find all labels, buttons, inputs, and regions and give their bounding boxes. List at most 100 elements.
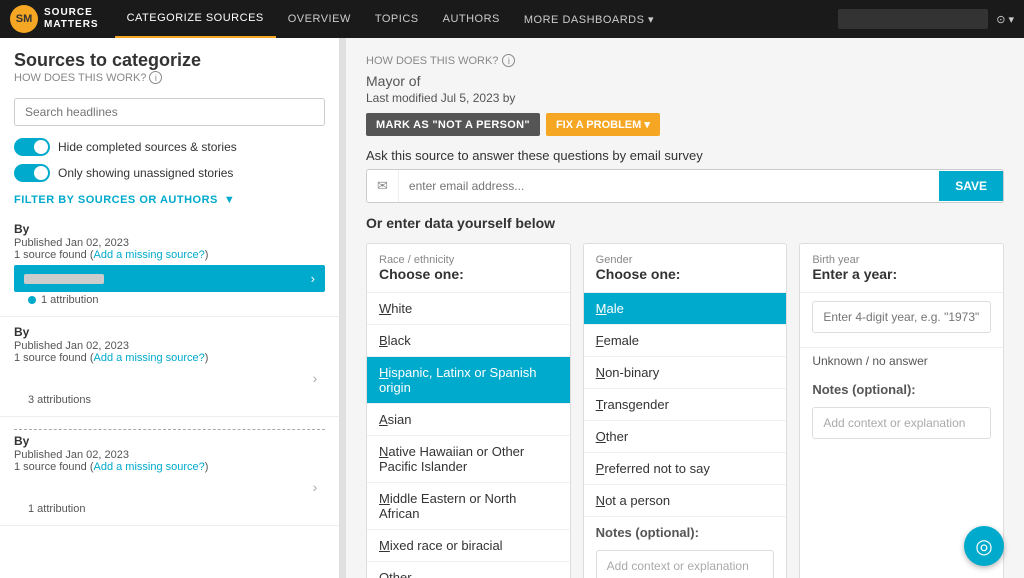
attribution-count: 1 attribution bbox=[14, 292, 325, 308]
add-missing-link[interactable]: Add a missing source? bbox=[94, 461, 205, 473]
birthyear-notes-input[interactable]: Add context or explanation bbox=[812, 407, 991, 439]
filter-icon: ▼ bbox=[224, 194, 235, 206]
attribution-count: 1 attribution bbox=[14, 501, 325, 517]
add-missing-link[interactable]: Add a missing source? bbox=[94, 352, 205, 364]
arrow-right-icon[interactable]: › bbox=[305, 368, 325, 388]
source-item-text bbox=[24, 274, 104, 284]
mark-not-person-button[interactable]: MARK AS "NOT A PERSON" bbox=[366, 113, 540, 136]
category-columns: Race / ethnicity Choose one: White Black… bbox=[366, 243, 1004, 578]
gender-option-male[interactable]: Male bbox=[584, 293, 787, 325]
nav-search-input[interactable] bbox=[838, 9, 988, 29]
add-missing-link[interactable]: Add a missing source? bbox=[94, 249, 205, 261]
toggle-unassigned: Only showing unassigned stories bbox=[0, 160, 339, 186]
race-column: Race / ethnicity Choose one: White Black… bbox=[366, 243, 571, 578]
top-navigation: SM SOURCEMATTERS CATEGORIZE SOURCES OVER… bbox=[0, 0, 1024, 38]
race-option-middle-eastern[interactable]: Middle Eastern or North African bbox=[367, 483, 570, 530]
email-icon: ✉ bbox=[367, 170, 399, 202]
detail-info-icon[interactable]: i bbox=[502, 54, 515, 67]
chevron-right-icon: › bbox=[311, 271, 315, 286]
info-icon[interactable]: i bbox=[149, 71, 162, 84]
gender-option-female[interactable]: Female bbox=[584, 325, 787, 357]
person-modified: Last modified Jul 5, 2023 by bbox=[366, 91, 1004, 105]
gender-notes-label: Notes (optional): bbox=[584, 517, 787, 544]
source-group: By Published Jan 02, 2023 1 source found… bbox=[0, 214, 339, 317]
action-buttons: MARK AS "NOT A PERSON" FIX A PROBLEM ▾ bbox=[366, 113, 1004, 136]
sidebar-title: Sources to categorize bbox=[14, 50, 325, 71]
sidebar-how-does[interactable]: HOW DOES THIS WORK? i bbox=[14, 71, 325, 84]
gender-header: Gender Choose one: bbox=[584, 244, 787, 293]
birthyear-input[interactable] bbox=[812, 301, 991, 333]
attribution-count: 3 attributions bbox=[14, 392, 325, 408]
hide-completed-toggle[interactable] bbox=[14, 138, 50, 156]
source-by: By bbox=[14, 325, 325, 339]
gender-option-not-person[interactable]: Not a person bbox=[584, 485, 787, 517]
race-option-other[interactable]: Other bbox=[367, 562, 570, 578]
gender-column: Gender Choose one: Male Female Non-binar… bbox=[583, 243, 788, 578]
source-list: By Published Jan 02, 2023 1 source found… bbox=[0, 210, 339, 578]
search-box bbox=[14, 98, 325, 126]
nav-topics[interactable]: TOPICS bbox=[363, 0, 431, 38]
arrow-right-icon[interactable]: › bbox=[305, 477, 325, 497]
source-expand-arrow[interactable]: › bbox=[14, 473, 325, 501]
birthyear-unknown[interactable]: Unknown / no answer bbox=[800, 347, 1003, 374]
source-found: 1 source found (Add a missing source?) bbox=[14, 249, 325, 261]
nav-overview[interactable]: OVERVIEW bbox=[276, 0, 363, 38]
gender-option-nonbinary[interactable]: Non-binary bbox=[584, 357, 787, 389]
nav-categorize-sources[interactable]: CATEGORIZE SOURCES bbox=[115, 0, 276, 38]
race-option-asian[interactable]: Asian bbox=[367, 404, 570, 436]
source-group: By Published Jan 02, 2023 1 source found… bbox=[0, 417, 339, 526]
gender-option-other[interactable]: Other bbox=[584, 421, 787, 453]
main-layout: Sources to categorize HOW DOES THIS WORK… bbox=[0, 38, 1024, 578]
logo-area[interactable]: SM SOURCEMATTERS bbox=[10, 5, 99, 33]
email-row: ✉ SAVE bbox=[366, 169, 1004, 203]
logo-icon: SM bbox=[10, 5, 38, 33]
birthyear-notes-area: Add context or explanation bbox=[800, 401, 1003, 449]
brand-name: SOURCEMATTERS bbox=[44, 7, 99, 31]
source-found: 1 source found (Add a missing source?) bbox=[14, 352, 325, 364]
target-icon-button[interactable]: ◎ bbox=[964, 526, 1004, 566]
source-by: By bbox=[14, 222, 325, 236]
fix-problem-button[interactable]: FIX A PROBLEM ▾ bbox=[546, 113, 660, 136]
nav-more-dashboards[interactable]: MORE DASHBOARDS ▾ bbox=[512, 0, 666, 38]
race-option-mixed[interactable]: Mixed race or biracial bbox=[367, 530, 570, 562]
nav-authors[interactable]: AUTHORS bbox=[431, 0, 512, 38]
unassigned-label: Only showing unassigned stories bbox=[58, 166, 233, 180]
race-option-white[interactable]: White bbox=[367, 293, 570, 325]
birthyear-input-area bbox=[800, 293, 1003, 347]
gender-notes-area: Add context or explanation bbox=[584, 544, 787, 578]
toggle-hide-completed: Hide completed sources & stories bbox=[0, 134, 339, 160]
left-sidebar: Sources to categorize HOW DOES THIS WORK… bbox=[0, 38, 340, 578]
dotted-divider bbox=[14, 429, 325, 430]
email-section-label: Ask this source to answer these question… bbox=[366, 148, 1004, 163]
save-button[interactable]: SAVE bbox=[939, 171, 1003, 201]
email-section: Ask this source to answer these question… bbox=[366, 148, 1004, 203]
gender-option-preferred-not[interactable]: Preferred not to say bbox=[584, 453, 787, 485]
person-title: Mayor of bbox=[366, 73, 1004, 89]
search-input[interactable] bbox=[14, 98, 325, 126]
source-found: 1 source found (Add a missing source?) bbox=[14, 461, 325, 473]
source-by: By bbox=[14, 434, 325, 448]
source-item-selected[interactable]: › bbox=[14, 265, 325, 292]
source-date: Published Jan 02, 2023 bbox=[14, 237, 325, 249]
source-date: Published Jan 02, 2023 bbox=[14, 340, 325, 352]
source-date: Published Jan 02, 2023 bbox=[14, 449, 325, 461]
gender-option-transgender[interactable]: Transgender bbox=[584, 389, 787, 421]
birthyear-header: Birth year Enter a year: bbox=[800, 244, 1003, 293]
detail-how-does: HOW DOES THIS WORK? i bbox=[366, 54, 1004, 67]
source-group: By Published Jan 02, 2023 1 source found… bbox=[0, 317, 339, 417]
source-expand-arrow[interactable]: › bbox=[14, 364, 325, 392]
filter-header: FILTER BY SOURCES OR AUTHORS ▼ bbox=[0, 186, 339, 210]
email-input[interactable] bbox=[399, 171, 939, 201]
gender-notes-input[interactable]: Add context or explanation bbox=[596, 550, 775, 578]
race-header: Race / ethnicity Choose one: bbox=[367, 244, 570, 293]
nav-right-area: ⊙ ▾ bbox=[838, 9, 1014, 29]
right-content: HOW DOES THIS WORK? i Mayor of Last modi… bbox=[346, 38, 1024, 578]
hide-completed-label: Hide completed sources & stories bbox=[58, 140, 237, 154]
sidebar-header: Sources to categorize HOW DOES THIS WORK… bbox=[0, 38, 339, 90]
race-option-black[interactable]: Black bbox=[367, 325, 570, 357]
or-enter-label: Or enter data yourself below bbox=[366, 215, 1004, 231]
race-option-hawaiian[interactable]: Native Hawaiian or Other Pacific Islande… bbox=[367, 436, 570, 483]
race-option-hispanic[interactable]: Hispanic, Latinx or Spanish origin bbox=[367, 357, 570, 404]
nav-user-menu[interactable]: ⊙ ▾ bbox=[996, 13, 1014, 26]
unassigned-toggle[interactable] bbox=[14, 164, 50, 182]
